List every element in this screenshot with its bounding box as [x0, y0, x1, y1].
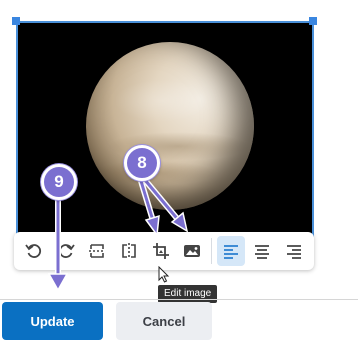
step-8-badge: 8: [124, 145, 160, 181]
align-center-icon: [255, 245, 270, 259]
flip-vertical-icon: [89, 244, 106, 258]
selection-border-left: [16, 21, 18, 253]
step-9-badge: 9: [41, 164, 77, 200]
resize-handle-top-left[interactable]: [12, 17, 20, 25]
crop-button[interactable]: [147, 236, 175, 266]
redo-button[interactable]: [52, 236, 80, 266]
align-left-button[interactable]: [216, 236, 245, 266]
planet-image: [86, 42, 254, 210]
update-button[interactable]: Update: [2, 302, 103, 340]
align-left-icon: [223, 245, 238, 259]
selection-border-top: [16, 21, 314, 23]
resize-handle-top-right[interactable]: [309, 17, 317, 25]
mouse-cursor-icon: [158, 266, 170, 283]
footer-divider: [0, 299, 358, 300]
redo-icon: [58, 244, 75, 258]
align-center-button[interactable]: [249, 236, 277, 266]
toolbar-divider: [211, 238, 212, 264]
cancel-button[interactable]: Cancel: [116, 302, 212, 340]
image-editor-dialog: Edit image Update Cancel 9 8: [0, 0, 358, 344]
align-right-icon: [287, 245, 302, 259]
flip-horizontal-button[interactable]: [115, 236, 143, 266]
align-right-button[interactable]: [280, 236, 308, 266]
edit-image-tooltip: Edit image: [158, 285, 218, 303]
flip-vertical-button[interactable]: [83, 236, 111, 266]
image-toolbar: [14, 232, 314, 270]
selected-image[interactable]: [16, 21, 314, 253]
flip-horizontal-icon: [122, 243, 136, 259]
image-icon: [184, 245, 201, 257]
edit-image-button[interactable]: [178, 236, 206, 266]
crop-icon: [152, 243, 169, 259]
selection-border-right: [312, 21, 314, 253]
undo-button[interactable]: [20, 236, 48, 266]
undo-icon: [25, 244, 41, 258]
